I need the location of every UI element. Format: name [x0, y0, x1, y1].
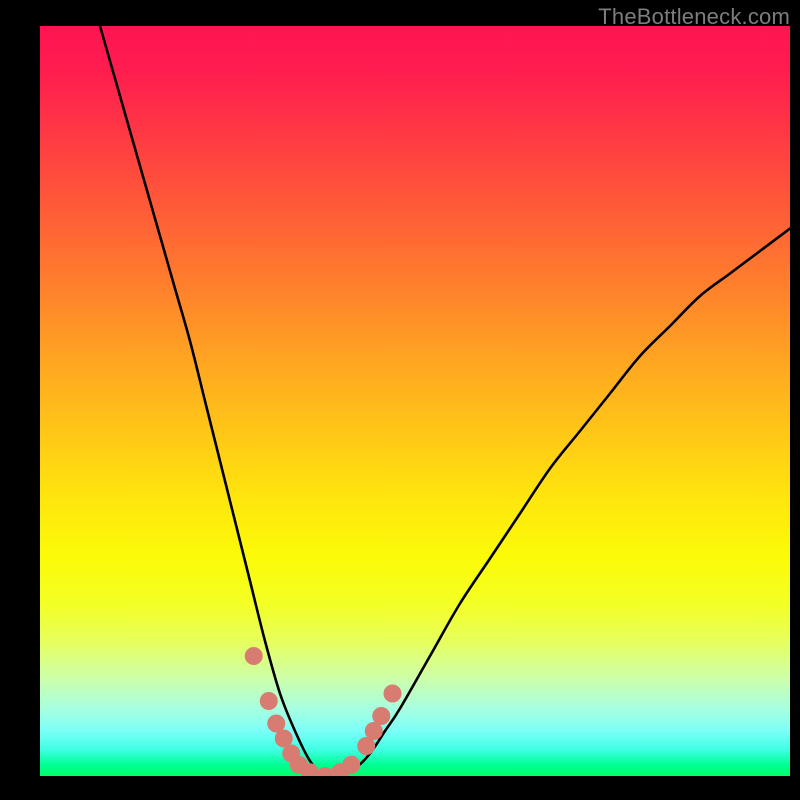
highlight-dot: [260, 692, 278, 710]
bottleneck-curve: [100, 26, 790, 776]
chart-frame: TheBottleneck.com: [0, 0, 800, 800]
highlight-dot: [245, 647, 263, 665]
highlight-dot: [372, 707, 390, 725]
plot-area: [40, 26, 790, 776]
highlight-dot: [342, 756, 360, 774]
curve-layer: [40, 26, 790, 776]
highlight-dot: [384, 685, 402, 703]
highlight-dots: [245, 647, 402, 776]
